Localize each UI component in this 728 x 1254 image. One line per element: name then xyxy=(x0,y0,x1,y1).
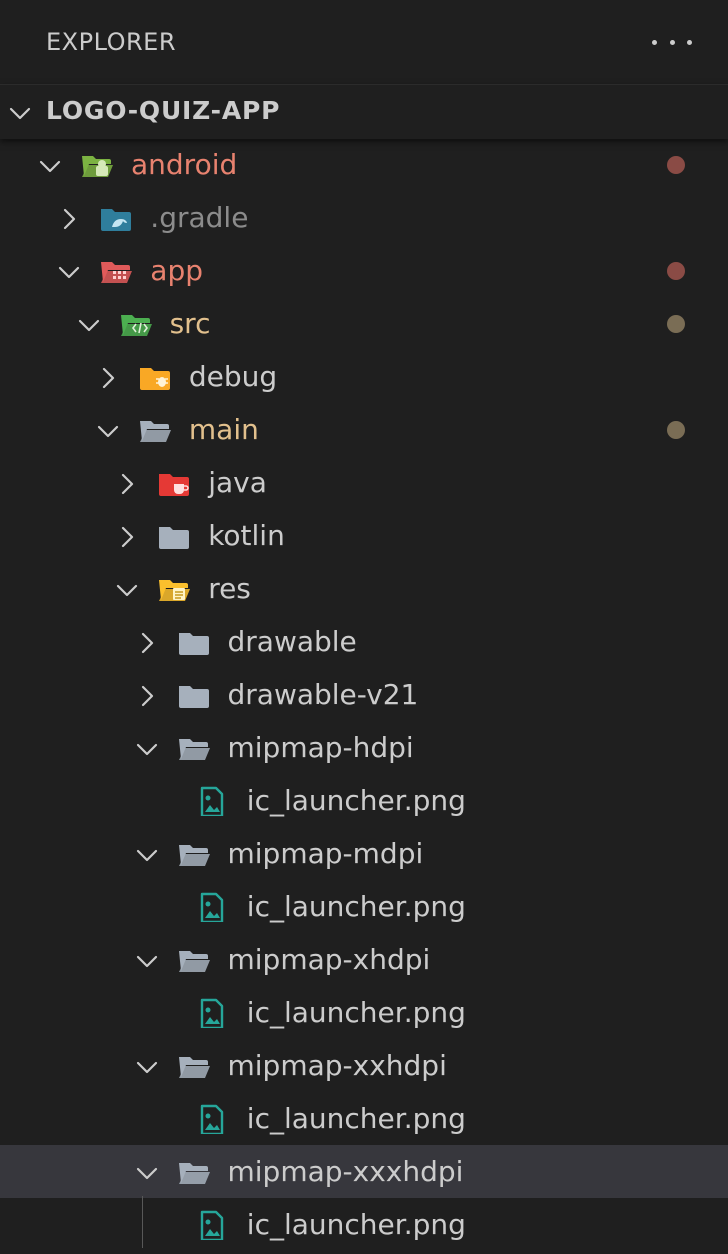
tree-folder-row[interactable]: res xyxy=(0,562,728,615)
image-file-icon xyxy=(196,892,232,926)
image-file-icon xyxy=(196,786,232,820)
tree-item-label: ic_launcher.png xyxy=(246,784,466,817)
image-file-icon xyxy=(196,1210,232,1244)
tree-folder-row[interactable]: kotlin xyxy=(0,509,728,562)
tree-folder-row[interactable]: main xyxy=(0,403,728,456)
java-folder-icon xyxy=(157,468,193,502)
explorer-header: EXPLORER xyxy=(0,0,728,84)
tree-file-row[interactable]: ic_launcher.png xyxy=(0,880,728,933)
chevron-right-icon[interactable] xyxy=(133,629,161,661)
tree-file-row[interactable]: ic_launcher.png xyxy=(0,986,728,1039)
gradle-folder-icon xyxy=(99,203,135,237)
tree-item-label: kotlin xyxy=(208,519,285,552)
tree-item-label: mipmap-xhdpi xyxy=(227,943,431,976)
folder-open-icon xyxy=(177,1157,213,1191)
chevron-right-icon[interactable] xyxy=(133,682,161,714)
image-file-icon xyxy=(196,998,232,1032)
tree-folder-row[interactable]: app xyxy=(0,244,728,297)
tree-folder-row[interactable]: src xyxy=(0,297,728,350)
tree-item-label: java xyxy=(208,466,267,499)
tree-file-row[interactable]: ic_launcher.png xyxy=(0,1092,728,1145)
tree-item-label: ic_launcher.png xyxy=(246,1208,466,1241)
tree-file-row[interactable]: ic_launcher.png xyxy=(0,774,728,827)
tree-folder-row[interactable]: java xyxy=(0,456,728,509)
tree-item-label: mipmap-xxhdpi xyxy=(227,1049,447,1082)
tree-item-label: ic_launcher.png xyxy=(246,1102,466,1135)
folder-icon xyxy=(177,627,213,661)
tree-folder-row[interactable]: mipmap-xhdpi xyxy=(0,933,728,986)
git-status-dot xyxy=(667,156,685,174)
tree-item-label: mipmap-xxxhdpi xyxy=(227,1155,464,1188)
tree-item-label: drawable-v21 xyxy=(227,678,419,711)
folder-open-icon xyxy=(177,1051,213,1085)
src-folder-icon xyxy=(119,309,155,343)
tree-item-label: app xyxy=(150,254,204,287)
explorer-title: EXPLORER xyxy=(46,28,176,56)
chevron-down-icon[interactable] xyxy=(36,152,64,184)
folder-open-icon xyxy=(138,415,174,449)
tree-item-label: src xyxy=(169,307,211,340)
chevron-right-icon[interactable] xyxy=(55,205,83,237)
app-folder-icon xyxy=(99,256,135,290)
image-file-icon xyxy=(196,1104,232,1138)
tree-folder-row[interactable]: mipmap-xxhdpi xyxy=(0,1039,728,1092)
tree-item-label: mipmap-hdpi xyxy=(227,731,414,764)
tree-item-label: android xyxy=(131,148,238,181)
tree-folder-row[interactable]: android xyxy=(0,138,728,191)
tree-item-label: ic_launcher.png xyxy=(246,996,466,1029)
android-folder-icon xyxy=(80,150,116,184)
git-status-dot xyxy=(667,421,685,439)
file-tree: android .gradle app src debug main java kotlin r… xyxy=(0,138,728,1251)
debug-folder-icon xyxy=(138,362,174,396)
tree-file-row[interactable]: ic_launcher.png xyxy=(0,1198,728,1251)
git-status-dot xyxy=(667,315,685,333)
chevron-right-icon[interactable] xyxy=(113,470,141,502)
chevron-right-icon[interactable] xyxy=(94,364,122,396)
tree-item-label: res xyxy=(208,572,251,605)
folder-open-icon xyxy=(177,839,213,873)
folder-open-icon xyxy=(177,945,213,979)
workspace-name: LOGO-QUIZ-APP xyxy=(46,96,281,125)
tree-folder-row[interactable]: debug xyxy=(0,350,728,403)
chevron-down-icon[interactable] xyxy=(133,947,161,979)
workspace-section-header[interactable]: LOGO-QUIZ-APP xyxy=(0,84,728,139)
tree-folder-row[interactable]: mipmap-xxxhdpi xyxy=(0,1145,728,1198)
tree-folder-row[interactable]: .gradle xyxy=(0,191,728,244)
chevron-down-icon[interactable] xyxy=(55,258,83,290)
tree-item-label: .gradle xyxy=(150,201,249,234)
folder-icon xyxy=(177,680,213,714)
chevron-down-icon[interactable] xyxy=(75,311,103,343)
tree-folder-row[interactable]: mipmap-mdpi xyxy=(0,827,728,880)
tree-folder-row[interactable]: mipmap-hdpi xyxy=(0,721,728,774)
tree-item-label: drawable xyxy=(227,625,357,658)
ellipsis-icon[interactable] xyxy=(652,30,692,54)
chevron-down-icon[interactable] xyxy=(133,1159,161,1191)
git-status-dot xyxy=(667,262,685,280)
chevron-down-icon[interactable] xyxy=(113,576,141,608)
tree-item-label: ic_launcher.png xyxy=(246,890,466,923)
chevron-right-icon[interactable] xyxy=(113,523,141,555)
res-folder-icon xyxy=(157,574,193,608)
tree-item-label: mipmap-mdpi xyxy=(227,837,424,870)
indent-guide xyxy=(142,1196,143,1248)
chevron-down-icon[interactable] xyxy=(133,1053,161,1085)
chevron-down-icon[interactable] xyxy=(133,735,161,767)
tree-item-label: main xyxy=(188,413,259,446)
folder-icon xyxy=(157,521,193,555)
folder-open-icon xyxy=(177,733,213,767)
tree-item-label: debug xyxy=(188,360,278,393)
chevron-down-icon xyxy=(6,99,34,131)
tree-folder-row[interactable]: drawable-v21 xyxy=(0,668,728,721)
chevron-down-icon[interactable] xyxy=(133,841,161,873)
chevron-down-icon[interactable] xyxy=(94,417,122,449)
tree-folder-row[interactable]: drawable xyxy=(0,615,728,668)
